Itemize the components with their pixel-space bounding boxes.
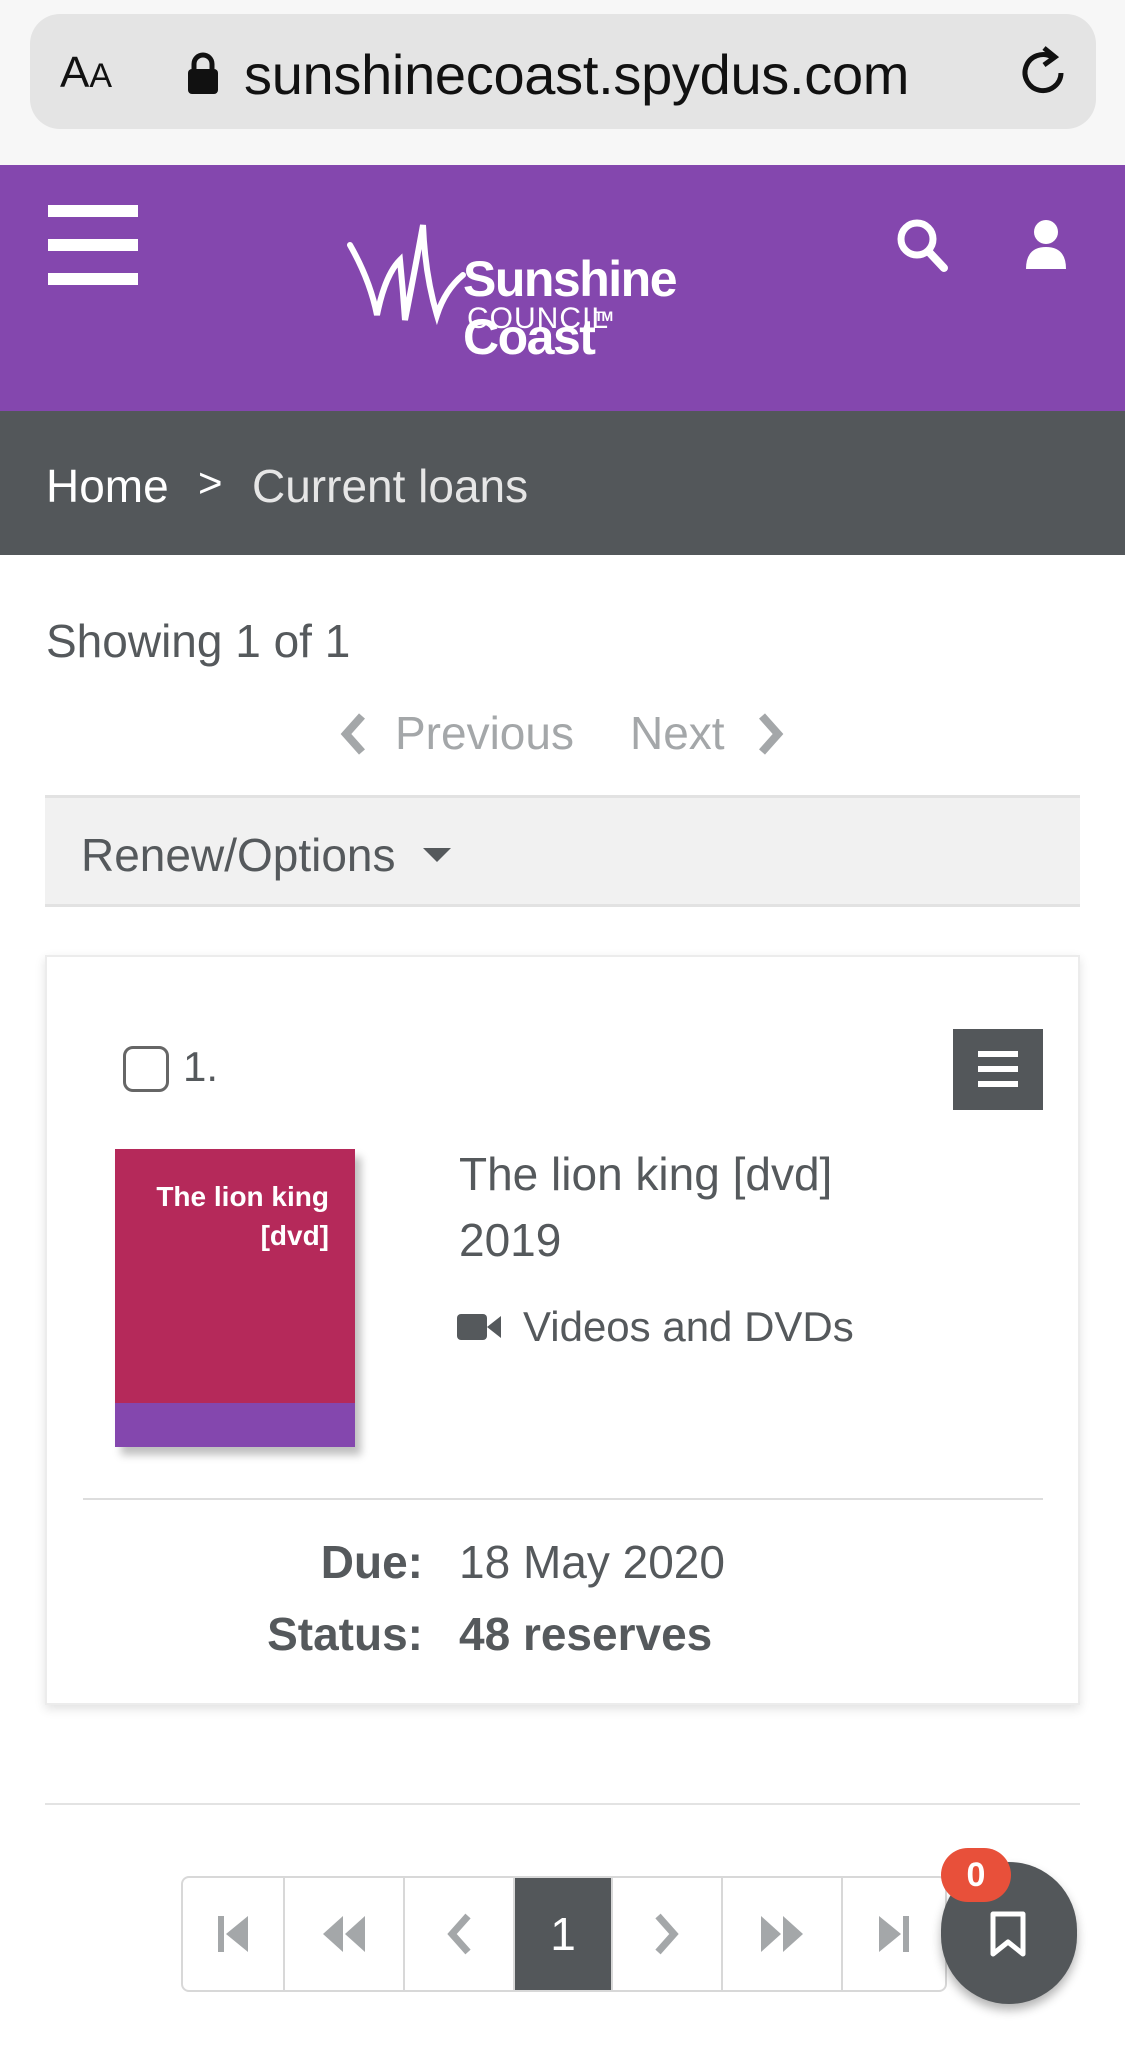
browser-toolbar: AA sunshinecoast.spydus.com bbox=[0, 0, 1125, 165]
menu-icon[interactable] bbox=[48, 205, 138, 285]
breadcrumb: Home > Current loans bbox=[0, 411, 1125, 555]
due-label: Due: bbox=[320, 1536, 423, 1588]
search-icon[interactable] bbox=[896, 217, 948, 273]
address-bar[interactable]: AA sunshinecoast.spydus.com bbox=[30, 14, 1096, 129]
page-1-button[interactable]: 1 bbox=[515, 1878, 613, 1990]
rewind-icon bbox=[323, 1916, 365, 1952]
first-page-icon bbox=[218, 1916, 248, 1952]
user-icon[interactable] bbox=[1026, 219, 1066, 271]
wave-logo-icon bbox=[347, 224, 466, 326]
last-page-icon bbox=[879, 1916, 909, 1952]
text-size-button[interactable]: AA bbox=[60, 48, 112, 98]
fast-forward-icon bbox=[761, 1916, 803, 1952]
due-date: 18 May 2020 bbox=[459, 1536, 725, 1588]
status-value: 48 reserves bbox=[459, 1608, 713, 1660]
bookmark-icon bbox=[990, 1911, 1026, 1957]
chevron-right-icon[interactable] bbox=[756, 712, 786, 756]
renew-options-dropdown[interactable]: Renew/Options bbox=[45, 795, 1080, 907]
breadcrumb-home-link[interactable]: Home bbox=[46, 459, 169, 513]
previous-link[interactable]: Previous bbox=[395, 706, 574, 760]
breadcrumb-current: Current loans bbox=[252, 460, 529, 512]
cover-image[interactable]: The lion king [dvd] bbox=[115, 1149, 355, 1447]
next-page-button[interactable] bbox=[613, 1878, 723, 1990]
loan-number: 1. bbox=[183, 1043, 219, 1090]
cover-title: The lion king [dvd] bbox=[156, 1181, 329, 1251]
saved-count-badge: 0 bbox=[941, 1848, 1011, 1902]
loan-year: 2019 bbox=[459, 1214, 562, 1266]
site-header: Sunshine CoastTM COUNCIL bbox=[0, 165, 1125, 411]
loan-title-text[interactable]: The lion king [dvd] bbox=[459, 1141, 979, 1207]
fast-forward-button[interactable] bbox=[723, 1878, 843, 1990]
first-page-button[interactable] bbox=[183, 1878, 285, 1990]
pagination: 1 bbox=[181, 1876, 947, 1992]
chevron-left-icon bbox=[447, 1913, 471, 1955]
video-camera-icon bbox=[457, 1314, 501, 1340]
breadcrumb-separator: > bbox=[198, 459, 223, 506]
chevron-left-icon[interactable] bbox=[338, 712, 368, 756]
loan-title[interactable]: The lion king [dvd] 2019 bbox=[459, 1141, 979, 1273]
loan-menu-button[interactable] bbox=[953, 1029, 1043, 1110]
last-page-button[interactable] bbox=[843, 1878, 945, 1990]
url-text[interactable]: sunshinecoast.spydus.com bbox=[244, 42, 909, 107]
previous-page-button[interactable] bbox=[405, 1878, 515, 1990]
rewind-button[interactable] bbox=[285, 1878, 405, 1990]
chevron-right-icon bbox=[655, 1913, 679, 1955]
renew-options-label: Renew/Options bbox=[81, 829, 396, 881]
logo-subtitle: COUNCIL bbox=[467, 302, 610, 335]
card-divider bbox=[83, 1498, 1043, 1500]
loan-select-checkbox[interactable] bbox=[123, 1046, 169, 1092]
next-link[interactable]: Next bbox=[630, 706, 725, 760]
results-count: Showing 1 of 1 bbox=[46, 615, 351, 667]
loan-format: Videos and DVDs bbox=[523, 1303, 854, 1350]
status-label: Status: bbox=[267, 1608, 423, 1660]
cover-band bbox=[115, 1403, 355, 1447]
loan-card: 1. The lion king [dvd] The lion king [dv… bbox=[45, 955, 1080, 1705]
section-divider bbox=[45, 1803, 1080, 1805]
lock-icon bbox=[188, 52, 218, 94]
caret-down-icon bbox=[423, 848, 451, 862]
reload-icon[interactable] bbox=[1014, 44, 1072, 102]
council-logo[interactable]: Sunshine CoastTM COUNCIL bbox=[345, 220, 795, 365]
